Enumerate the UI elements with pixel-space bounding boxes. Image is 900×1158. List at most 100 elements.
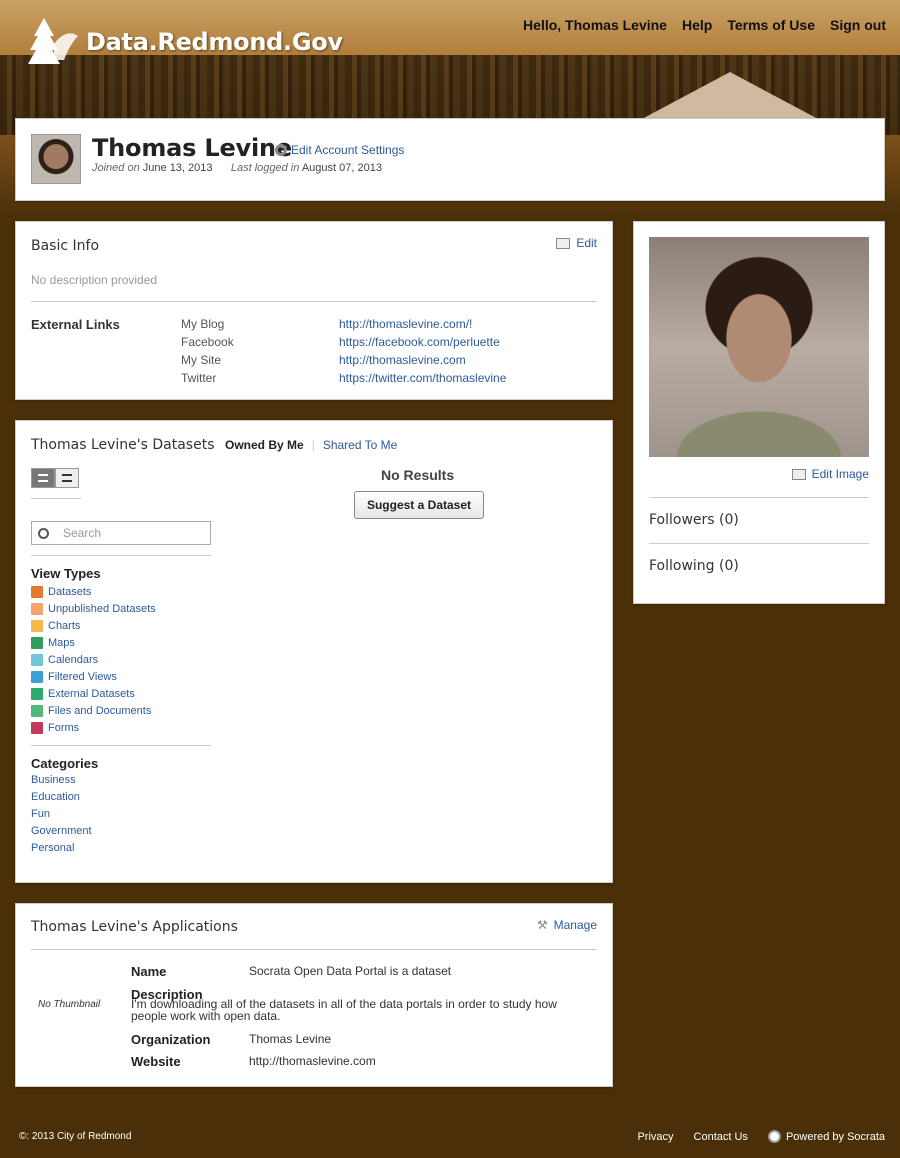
link-name: Facebook — [181, 335, 234, 349]
datasets-panel: Thomas Levine's Datasets Owned By Me | S… — [15, 420, 613, 883]
view-type-item[interactable]: Forms — [31, 719, 156, 736]
categories-list: Business Education Fun Government Person… — [31, 774, 92, 859]
no-thumbnail-text: No Thumbnail — [38, 999, 101, 1010]
datasets-title: Thomas Levine's Datasets — [31, 437, 215, 453]
suggest-dataset-button[interactable]: Suggest a Dataset — [354, 491, 484, 519]
name-label: Name — [131, 964, 167, 979]
search-icon — [38, 527, 49, 539]
image-icon — [791, 468, 806, 480]
card-icon — [556, 237, 571, 249]
view-type-item[interactable]: Maps — [31, 634, 156, 651]
view-type-item[interactable]: Charts — [31, 617, 156, 634]
view-type-item[interactable]: External Datasets — [31, 685, 156, 702]
view-type-item[interactable]: Files and Documents — [31, 702, 156, 719]
description-text: No description provided — [31, 273, 158, 287]
tab-owned-by-me[interactable]: Owned By Me — [225, 438, 304, 452]
view-type-label: Maps — [48, 636, 75, 649]
link-url[interactable]: http://thomaslevine.com — [339, 353, 466, 371]
edit-account-label: Edit Account Settings — [291, 143, 405, 157]
app-name: Socrata Open Data Portal is a dataset — [249, 964, 452, 978]
joined-label: Joined on — [92, 162, 140, 174]
followers-link[interactable]: Followers (0) — [649, 512, 739, 528]
link-row: Twitter https://twitter.com/thomaslevine — [181, 371, 506, 389]
edit-label: Edit — [576, 236, 597, 250]
tab-shared-to-me[interactable]: Shared To Me — [323, 438, 398, 452]
edit-image-button[interactable]: Edit Image — [791, 467, 869, 481]
powered-by-link[interactable]: Powered by Socrata — [767, 1130, 885, 1143]
form-icon — [31, 721, 43, 734]
tab-separator: | — [311, 438, 315, 452]
list-icon — [38, 474, 48, 482]
profile-photo-panel: Edit Image Followers (0) Following (0) — [633, 221, 885, 604]
filter-icon — [31, 670, 43, 683]
link-row: My Site http://thomaslevine.com — [181, 353, 506, 371]
link-url[interactable]: https://facebook.com/perluette — [339, 335, 500, 353]
basic-info-title: Basic Info — [31, 238, 100, 254]
site-name: Data.Redmond.Gov — [86, 28, 343, 56]
profile-photo — [649, 237, 869, 457]
view-toggle — [31, 468, 79, 488]
logo-mark-icon — [28, 18, 78, 64]
signout-link[interactable]: Sign out — [830, 17, 886, 33]
calendar-icon — [31, 653, 43, 666]
link-name: My Blog — [181, 317, 225, 331]
privacy-link[interactable]: Privacy — [637, 1131, 673, 1143]
category-item[interactable]: Government — [31, 825, 92, 842]
divider — [31, 498, 81, 499]
powered-by-label: Powered by Socrata — [785, 1130, 885, 1143]
view-type-label: Forms — [48, 721, 80, 734]
edit-basic-info-button[interactable]: Edit — [556, 236, 597, 250]
link-row: Facebook https://facebook.com/perluette — [181, 335, 506, 353]
map-icon — [31, 636, 43, 649]
view-type-item[interactable]: Calendars — [31, 651, 156, 668]
view-type-item[interactable]: Datasets — [31, 583, 156, 600]
last-logged-date: August 07, 2013 — [301, 162, 382, 174]
following-link[interactable]: Following (0) — [649, 558, 739, 574]
list-view-button[interactable] — [31, 468, 55, 488]
app-website-link[interactable]: http://thomaslevine.com — [249, 1054, 376, 1068]
view-type-item[interactable]: Filtered Views — [31, 668, 156, 685]
view-types-title: View Types — [31, 566, 101, 581]
site-logo[interactable]: Data.Redmond.Gov — [24, 14, 343, 70]
manage-button[interactable]: ⚒ Manage — [537, 918, 597, 932]
attachment-icon — [31, 704, 43, 717]
edit-account-settings-link[interactable]: Edit Account Settings — [275, 143, 404, 157]
basic-info-panel: Basic Info Edit No description provided … — [15, 221, 613, 400]
external-links-label: External Links — [31, 317, 120, 332]
category-item[interactable]: Fun — [31, 808, 92, 825]
app-description: I'm downloading all of the datasets in a… — [131, 997, 557, 1023]
wrench-icon: ⚒ — [536, 918, 548, 932]
mountain-image — [640, 72, 820, 120]
categories-title: Categories — [31, 756, 99, 771]
link-name: My Site — [181, 353, 222, 367]
link-url[interactable]: http://thomaslevine.com/! — [339, 317, 472, 335]
detail-view-button[interactable] — [55, 468, 79, 488]
profile-header: Thomas Levine Edit Account Settings Join… — [15, 118, 885, 201]
view-type-label: External Datasets — [48, 687, 135, 700]
link-url[interactable]: https://twitter.com/thomaslevine — [339, 371, 506, 389]
applications-title: Thomas Levine's Applications — [31, 919, 238, 935]
copyright-text: ©: 2013 City of Redmond — [19, 1131, 132, 1142]
contact-link[interactable]: Contact Us — [694, 1131, 748, 1143]
search-box — [31, 521, 211, 545]
terms-link[interactable]: Terms of Use — [727, 17, 815, 33]
socrata-logo-icon — [767, 1130, 781, 1143]
app-organization: Thomas Levine — [249, 1032, 332, 1046]
divider — [31, 745, 211, 746]
divider — [31, 555, 211, 556]
category-item[interactable]: Education — [31, 791, 92, 808]
category-item[interactable]: Business — [31, 774, 92, 791]
view-type-item[interactable]: Unpublished Datasets — [31, 600, 156, 617]
divider — [31, 301, 597, 302]
datasets-icon — [31, 585, 43, 598]
profile-name: Thomas Levine — [92, 134, 292, 162]
no-results-text: No Results — [381, 467, 455, 483]
external-links-list: My Blog http://thomaslevine.com/! Facebo… — [181, 317, 506, 389]
website-label: Website — [131, 1054, 181, 1069]
datasets-tabs: Owned By Me | Shared To Me — [225, 438, 397, 452]
search-input[interactable] — [63, 526, 193, 540]
help-link[interactable]: Help — [682, 17, 712, 33]
greeting-link[interactable]: Hello, Thomas Levine — [523, 17, 667, 33]
view-type-label: Datasets — [48, 585, 92, 598]
category-item[interactable]: Personal — [31, 842, 92, 859]
